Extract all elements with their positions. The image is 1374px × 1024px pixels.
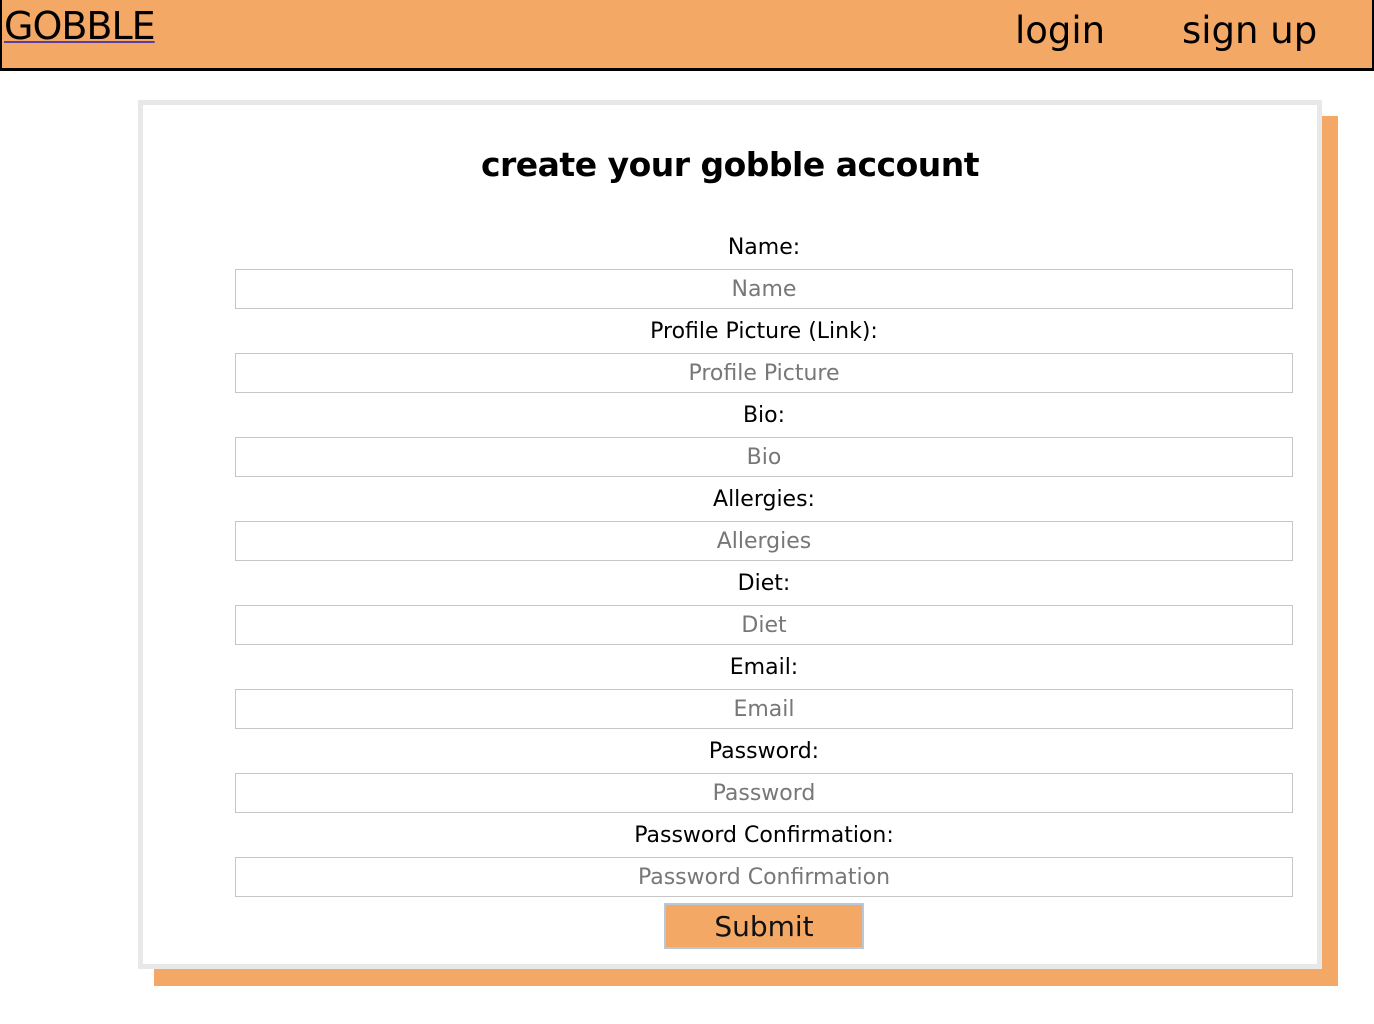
profile-picture-label: Profile Picture (Link): xyxy=(650,319,878,344)
login-link[interactable]: login xyxy=(1015,8,1105,54)
email-input[interactable] xyxy=(235,689,1293,729)
form-title: create your gobble account xyxy=(480,145,980,184)
profile-picture-input[interactable] xyxy=(235,353,1293,393)
navbar: GOBBLE login sign up xyxy=(0,0,1374,71)
password-label: Password: xyxy=(708,739,820,764)
bio-input[interactable] xyxy=(235,437,1293,477)
diet-input[interactable] xyxy=(235,605,1293,645)
submit-wrap: Submit xyxy=(235,903,1293,949)
diet-label: Diet: xyxy=(737,571,791,596)
allergies-input[interactable] xyxy=(235,521,1293,561)
signup-form: Name: Profile Picture (Link): Bio: Aller… xyxy=(235,231,1293,949)
brand-link[interactable]: GOBBLE xyxy=(4,4,156,48)
allergies-label: Allergies: xyxy=(713,487,815,512)
bio-label: Bio: xyxy=(742,403,786,428)
email-label: Email: xyxy=(729,655,799,680)
signup-card: create your gobble account Name: Profile… xyxy=(138,100,1322,969)
name-label: Name: xyxy=(727,235,801,260)
submit-button[interactable]: Submit xyxy=(664,903,864,949)
password-confirmation-label: Password Confirmation: xyxy=(634,823,894,848)
name-input[interactable] xyxy=(235,269,1293,309)
password-input[interactable] xyxy=(235,773,1293,813)
signup-link[interactable]: sign up xyxy=(1182,8,1317,54)
password-confirmation-input[interactable] xyxy=(235,857,1293,897)
